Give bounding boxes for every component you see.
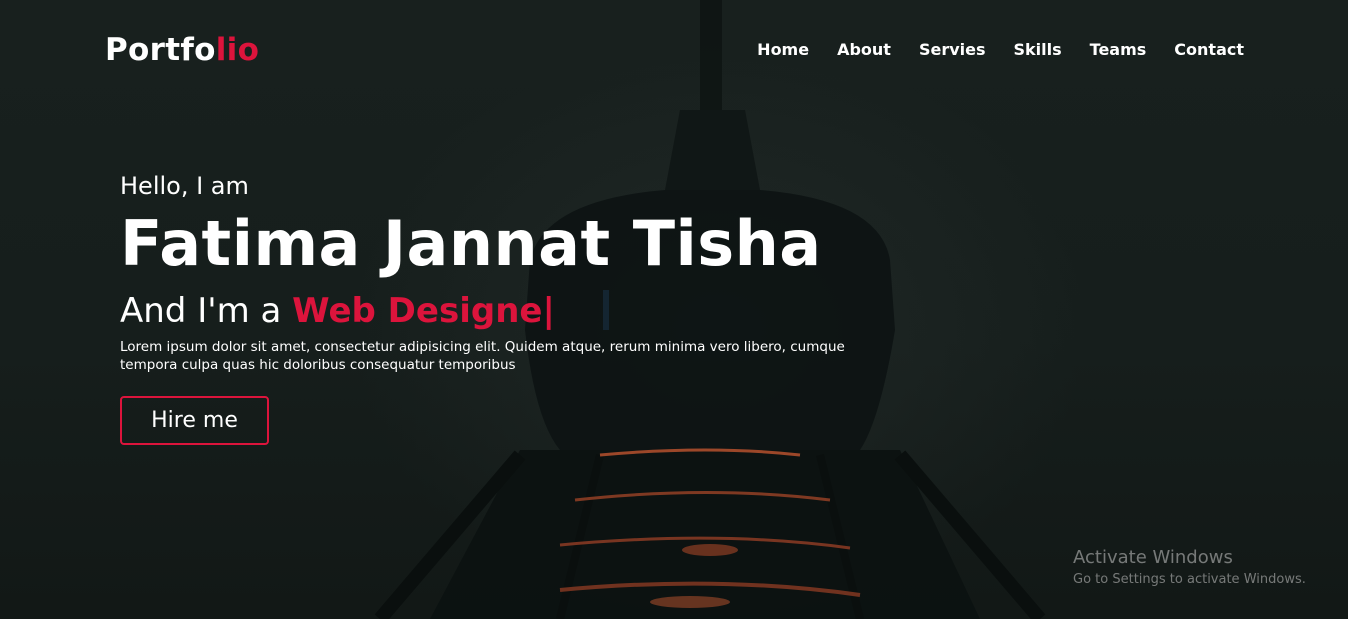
logo-accent-text: lio bbox=[215, 32, 260, 68]
nav-link-about[interactable]: About bbox=[837, 40, 891, 59]
navbar: Portfolio Home About Servies Skills Team… bbox=[0, 0, 1348, 100]
nav-link-contact[interactable]: Contact bbox=[1174, 40, 1244, 59]
hero-name-heading: Fatima Jannat Tisha bbox=[120, 207, 822, 280]
nav-item-skills: Skills bbox=[1014, 38, 1062, 62]
role-line: And I'm a Web Designe| bbox=[120, 288, 880, 334]
hero-description: Lorem ipsum dolor sit amet, consectetur … bbox=[120, 339, 845, 373]
windows-activation-watermark: Activate Windows Go to Settings to activ… bbox=[1073, 546, 1306, 590]
nav-link-teams[interactable]: Teams bbox=[1090, 40, 1147, 59]
logo-main-text: Portfo bbox=[105, 32, 216, 68]
greeting-text: Hello, I am bbox=[120, 172, 249, 200]
nav-item-teams: Teams bbox=[1090, 38, 1147, 62]
watermark-subtitle: Go to Settings to activate Windows. bbox=[1073, 572, 1306, 587]
watermark-title: Activate Windows bbox=[1073, 547, 1233, 568]
nav-item-about: About bbox=[837, 38, 891, 62]
nav-item-contact: Contact bbox=[1174, 38, 1244, 62]
nav-item-home: Home bbox=[757, 38, 809, 62]
nav-link-home[interactable]: Home bbox=[757, 40, 809, 59]
logo[interactable]: Portfolio bbox=[105, 28, 259, 72]
nav-item-services: Servies bbox=[919, 38, 986, 62]
typing-cursor: | bbox=[542, 291, 555, 331]
role-prefix-text: And I'm a bbox=[120, 291, 282, 331]
nav-menu: Home About Servies Skills Teams Contact bbox=[757, 38, 1244, 62]
typed-role-text: Web Designe bbox=[292, 291, 543, 331]
hero-section: Hello, I am Fatima Jannat Tisha And I'm … bbox=[120, 168, 880, 445]
nav-link-skills[interactable]: Skills bbox=[1014, 40, 1062, 59]
nav-link-services[interactable]: Servies bbox=[919, 40, 986, 59]
hire-me-button[interactable]: Hire me bbox=[120, 396, 269, 445]
